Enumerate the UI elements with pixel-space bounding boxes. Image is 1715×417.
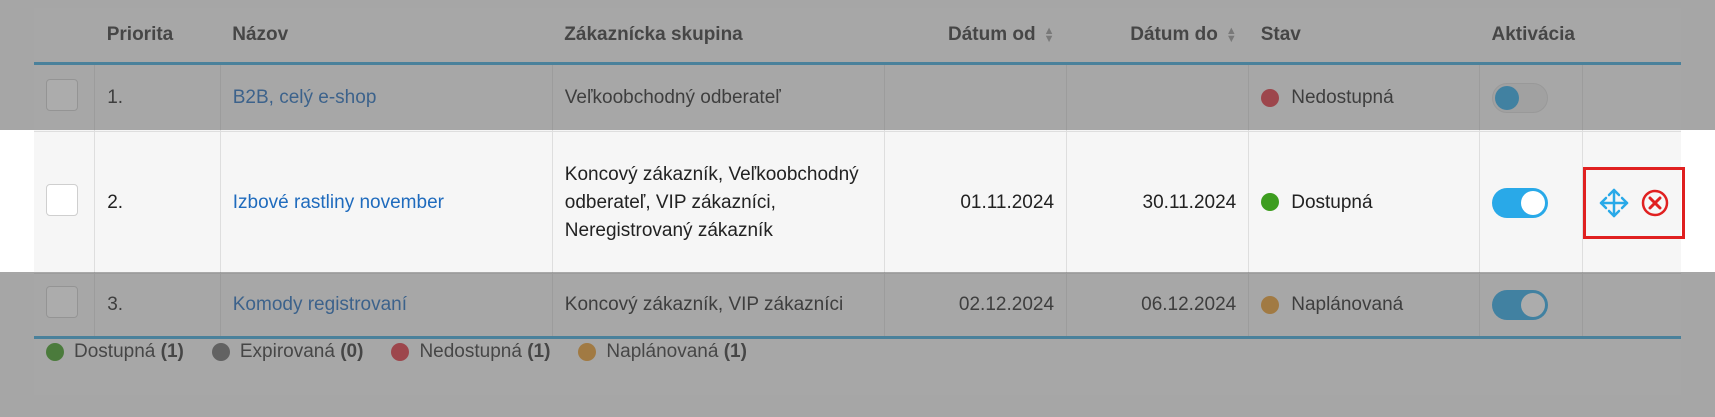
header-date-from-label: Dátum od	[948, 24, 1036, 45]
state-label: Nedostupná	[1291, 87, 1394, 108]
activation-cell	[1479, 131, 1584, 274]
activation-toggle[interactable]	[1492, 290, 1549, 320]
legend-item-unavailable: Nedostupná (1)	[391, 341, 550, 363]
header-date-to[interactable]: Dátum do ▲ ▼	[1066, 8, 1249, 65]
legend-dot-icon	[578, 343, 597, 361]
header-activation: Aktivácia	[1479, 8, 1583, 65]
toggle-knob	[1495, 86, 1520, 110]
campaign-name-link[interactable]: B2B, celý e-shop	[233, 87, 377, 108]
legend-item-expired: Expirovaná (0)	[211, 341, 364, 363]
legend-dot-icon	[211, 343, 230, 361]
activation-toggle[interactable]	[1492, 187, 1549, 218]
header-actions	[1582, 8, 1681, 65]
legend-item-available: Dostupná (1)	[46, 341, 184, 363]
state-dot-icon	[1261, 193, 1280, 212]
row-select-cell	[34, 131, 96, 274]
activation-cell	[1479, 63, 1584, 132]
date-to-cell: 30.11.2024	[1066, 131, 1250, 274]
header-select	[34, 8, 95, 65]
actions-cell	[1582, 63, 1681, 132]
date-to-cell: 06.12.2024	[1066, 273, 1250, 339]
state-dot-icon	[1261, 295, 1280, 314]
date-to-cell	[1066, 63, 1250, 132]
row-checkbox[interactable]	[46, 79, 78, 111]
move-arrows-icon[interactable]	[1598, 187, 1630, 219]
legend-count: (1)	[160, 341, 184, 362]
date-from-cell	[884, 63, 1068, 132]
legend-label: Dostupná	[74, 341, 156, 362]
legend-item-scheduled: Naplánovaná (1)	[578, 341, 747, 363]
row-checkbox[interactable]	[46, 286, 78, 318]
state-legend: Dostupná (1) Expirovaná (0) Nedostupná (…	[34, 326, 775, 378]
campaign-name-link[interactable]: Izbové rastliny november	[233, 192, 444, 213]
date-from-cell: 02.12.2024	[884, 273, 1068, 339]
activation-toggle[interactable]	[1492, 83, 1549, 113]
header-state: Stav	[1248, 8, 1480, 65]
state-cell: Naplánovaná	[1248, 273, 1481, 339]
name-cell: B2B, celý e-shop	[220, 63, 553, 132]
name-cell: Izbové rastliny november	[220, 131, 553, 274]
table-row: 2. Izbové rastliny november Koncový záka…	[34, 131, 1686, 274]
legend-dot-icon	[46, 343, 64, 361]
actions-cell	[1582, 273, 1681, 339]
campaign-name-link[interactable]: Komody registrovaní	[233, 294, 407, 315]
state-cell: Nedostupná	[1248, 63, 1481, 132]
header-date-from[interactable]: Dátum od ▲ ▼	[884, 8, 1067, 65]
state-cell: Dostupná	[1248, 131, 1481, 274]
legend-count: (0)	[340, 341, 364, 362]
legend-label: Naplánovaná	[606, 341, 719, 362]
header-date-to-label: Dátum do	[1130, 24, 1218, 45]
legend-label: Expirovaná	[239, 341, 335, 362]
table-row: 1. B2B, celý e-shop Veľkoobchodný odbera…	[34, 63, 1681, 132]
legend-label: Nedostupná	[419, 341, 522, 362]
header-group[interactable]: Zákaznícka skupina	[552, 8, 885, 65]
date-from-cell: 01.11.2024	[884, 131, 1068, 274]
activation-cell	[1479, 273, 1584, 339]
header-priority[interactable]: Priorita	[94, 8, 221, 65]
sort-icon[interactable]: ▲ ▼	[1044, 25, 1055, 44]
state-label: Dostupná	[1291, 191, 1373, 213]
close-circle-icon[interactable]	[1640, 188, 1670, 218]
header-name[interactable]: Názov	[220, 8, 553, 65]
row-checkbox[interactable]	[46, 183, 78, 216]
campaign-table: Priorita Názov Zákaznícka skupina Dátum …	[34, 8, 1686, 339]
legend-dot-icon	[391, 343, 410, 361]
actions-cell	[1582, 131, 1686, 274]
legend-count: (1)	[723, 341, 747, 362]
row-select-cell	[34, 63, 96, 132]
row-actions-highlight	[1583, 166, 1686, 239]
group-cell: Koncový zákazník, Veľkoobchodný odberate…	[552, 131, 885, 274]
priority-cell: 2.	[94, 131, 221, 274]
state-dot-icon	[1261, 88, 1280, 107]
toggle-knob	[1521, 293, 1546, 317]
table-header-row: Priorita Názov Zákaznícka skupina Dátum …	[34, 8, 1681, 65]
sort-icon[interactable]: ▲ ▼	[1226, 25, 1237, 44]
priority-cell: 1.	[94, 63, 221, 132]
campaign-table-panel: Priorita Názov Zákaznícka skupina Dátum …	[34, 8, 1686, 395]
toggle-knob	[1521, 190, 1546, 215]
group-cell: Veľkoobchodný odberateľ	[552, 63, 885, 132]
state-label: Naplánovaná	[1291, 294, 1404, 315]
legend-count: (1)	[527, 341, 551, 362]
